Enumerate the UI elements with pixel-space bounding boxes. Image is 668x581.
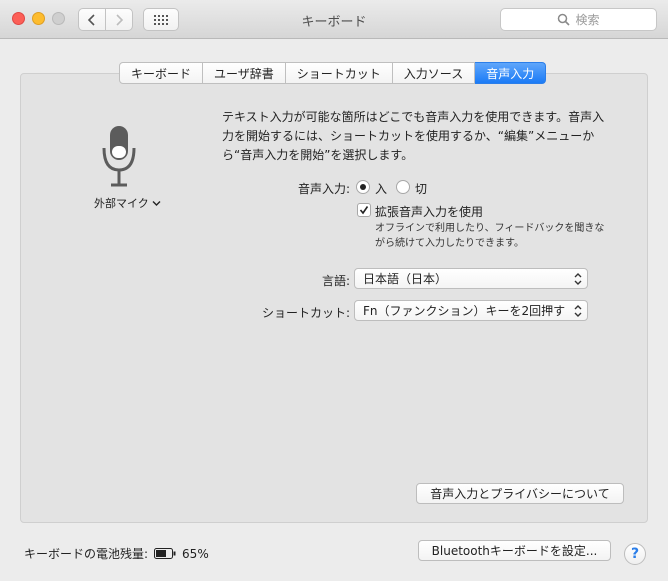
mic-source-label: 外部マイク bbox=[94, 197, 149, 210]
search-placeholder: 検索 bbox=[575, 13, 600, 27]
battery-status: キーボードの電池残量: 65% bbox=[24, 545, 209, 562]
dictation-label: 音声入力: bbox=[297, 182, 350, 196]
setup-bluetooth-keyboard-button[interactable]: Bluetoothキーボードを設定... bbox=[418, 540, 611, 561]
tab-dictation[interactable]: 音声入力 bbox=[475, 62, 547, 84]
language-select[interactable]: 日本語（日本） bbox=[354, 268, 588, 289]
battery-icon bbox=[154, 548, 176, 559]
microphone-icon bbox=[102, 126, 136, 187]
battery-label: キーボードの電池残量: bbox=[24, 547, 149, 561]
radio-selected-dot bbox=[360, 184, 366, 190]
dictation-description: テキスト入力が可能な箇所はどこでも音声入力を使用できます。音声入力を開始するには… bbox=[222, 110, 605, 162]
checkmark-icon bbox=[359, 206, 369, 215]
search-icon bbox=[558, 13, 571, 26]
dictation-privacy-button[interactable]: 音声入力とプライバシーについて bbox=[416, 483, 624, 504]
title-bar: キーボード 検索 bbox=[0, 0, 668, 39]
help-button[interactable]: ? bbox=[624, 543, 646, 565]
preferences-window: キーボード 検索 キーボード ユーザ辞書 ショートカット 入力ソース 音声入力 … bbox=[0, 0, 668, 581]
enhanced-dictation-label: 拡張音声入力を使用 bbox=[375, 205, 484, 219]
shortcut-select[interactable]: Fn（ファンクション）キーを2回押す bbox=[354, 300, 588, 321]
enhanced-dictation-note: オフラインで利用したり、フィードバックを聞きながら続けて入力したりできます。 bbox=[375, 223, 605, 249]
tab-bar: キーボード ユーザ辞書 ショートカット 入力ソース 音声入力 bbox=[119, 62, 547, 84]
dictation-on-radio[interactable] bbox=[356, 180, 370, 194]
updown-arrows-icon bbox=[574, 272, 582, 285]
dictation-on-label: 入 bbox=[375, 182, 388, 196]
enhanced-dictation-checkbox[interactable] bbox=[357, 203, 371, 217]
tab-keyboard[interactable]: キーボード bbox=[119, 62, 204, 84]
updown-arrows-icon bbox=[574, 304, 582, 317]
battery-percent: 65% bbox=[182, 546, 209, 561]
chevron-down-icon bbox=[152, 200, 161, 206]
tab-input-sources[interactable]: 入力ソース bbox=[392, 62, 476, 84]
mic-source-popup[interactable]: 外部マイク bbox=[94, 195, 161, 211]
shortcut-label: ショートカット: bbox=[261, 306, 350, 320]
search-field[interactable]: 検索 bbox=[500, 8, 657, 31]
question-mark-icon: ? bbox=[630, 546, 640, 562]
language-value: 日本語（日本） bbox=[363, 272, 448, 286]
shortcut-value: Fn（ファンクション）キーを2回押す bbox=[363, 304, 566, 318]
tab-user-dictionary[interactable]: ユーザ辞書 bbox=[203, 62, 286, 84]
language-label: 言語: bbox=[321, 274, 350, 288]
dictation-off-label: 切 bbox=[415, 182, 428, 196]
tab-shortcuts[interactable]: ショートカット bbox=[285, 62, 393, 84]
dictation-off-radio[interactable] bbox=[396, 180, 410, 194]
